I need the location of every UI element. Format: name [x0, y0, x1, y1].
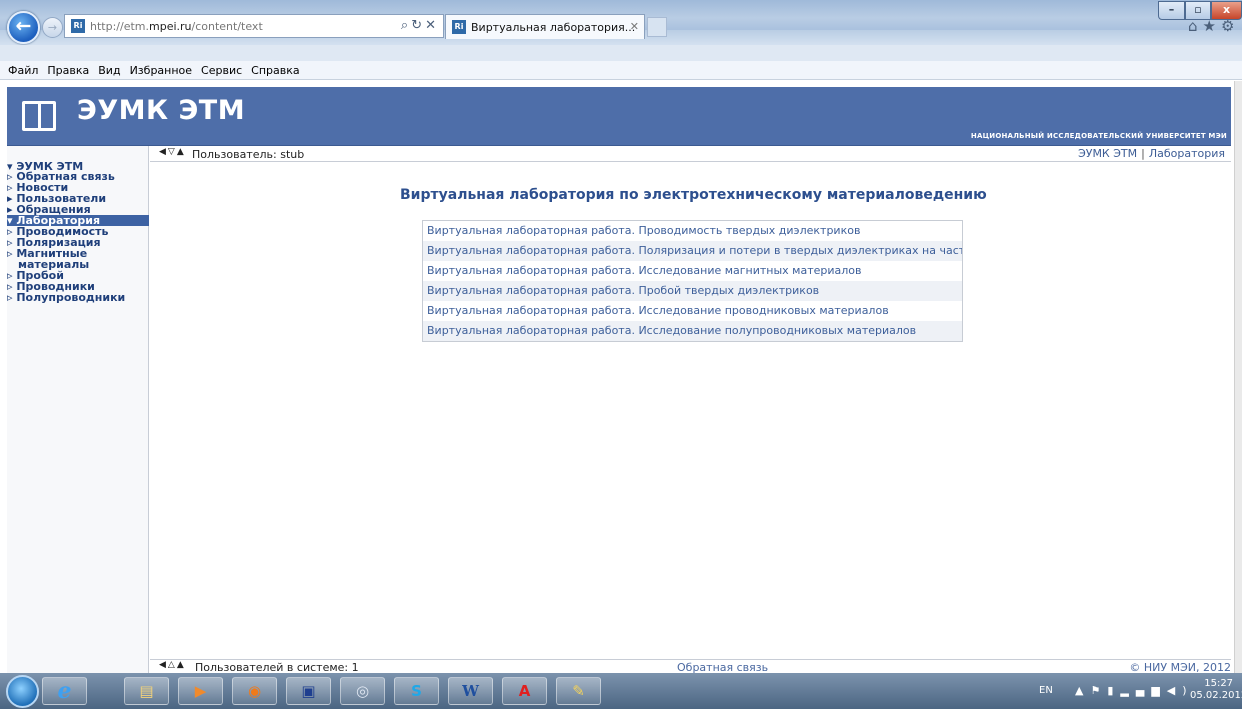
menu-tools[interactable]: Сервис — [201, 64, 242, 77]
internet-explorer-icon: e — [57, 678, 72, 704]
windows-taskbar: e ▤ ▶ ◉ ▣ ◎ S W A ✎ EN ▲⚑▮▂▄▆◀) 15:27 05… — [0, 673, 1242, 709]
new-tab-button[interactable] — [647, 17, 667, 37]
arrow-left-icon: ← — [15, 15, 32, 37]
system-tray: ▲⚑▮▂▄▆◀) — [1075, 684, 1194, 697]
taskbar-app-save[interactable]: ▣ — [286, 677, 331, 705]
menu-help[interactable]: Справка — [251, 64, 299, 77]
site-banner: ЭУМК ЭТМ НАЦИОНАЛЬНЫЙ ИССЛЕДОВАТЕЛЬСКИЙ … — [7, 87, 1231, 146]
forward-button[interactable]: → — [42, 17, 63, 38]
breadcrumb-laboratory[interactable]: Лаборатория — [1149, 147, 1225, 160]
favorites-star-icon[interactable]: ★ — [1203, 17, 1221, 35]
browser-right-icons: ⌂★⚙ — [1188, 17, 1239, 35]
network-signal-icon[interactable]: ▂▄▆ — [1120, 684, 1166, 697]
arrow-right-icon: → — [47, 21, 58, 34]
breadcrumb-separator: | — [1141, 147, 1145, 160]
taskbar-app-burner[interactable]: ◎ — [340, 677, 385, 705]
book-logo-icon — [22, 101, 56, 131]
site-title[interactable]: ЭУМК ЭТМ — [77, 95, 245, 126]
start-button[interactable] — [6, 675, 39, 708]
taskbar-app-firefox[interactable]: ◉ — [232, 677, 277, 705]
power-icon[interactable]: ▮ — [1107, 684, 1120, 697]
gear-icon[interactable]: ⚙ — [1221, 17, 1239, 35]
url-text[interactable]: http://etm.mpei.ru/content/text — [90, 20, 263, 33]
university-name: НАЦИОНАЛЬНЫЙ ИССЛЕДОВАТЕЛЬСКИЙ УНИВЕРСИТ… — [970, 132, 1227, 140]
tab-favicon-icon: Ri — [452, 20, 466, 34]
action-center-flag-icon[interactable]: ⚑ — [1090, 684, 1107, 697]
clock-date: 05.02.2012 — [1190, 690, 1242, 701]
skype-icon: S — [411, 682, 422, 700]
browser-tab[interactable]: Ri Виртуальная лаборатория... ✕ — [445, 14, 645, 39]
menu-file[interactable]: Файл — [8, 64, 38, 77]
taskbar-app-word[interactable]: W — [448, 677, 493, 705]
list-item[interactable]: Виртуальная лабораторная работа. Поляриз… — [423, 241, 962, 261]
sidebar-nav: ▾ ЭУМК ЭТМ ▹ Обратная связь ▹ Новости ▸ … — [7, 146, 149, 673]
taskbar-app-explorer[interactable]: ▤ — [124, 677, 169, 705]
list-item[interactable]: Виртуальная лабораторная работа. Проводи… — [423, 221, 962, 241]
menu-view[interactable]: Вид — [98, 64, 120, 77]
taskbar-app-ie[interactable]: e — [42, 677, 87, 705]
page-scrollbar[interactable] — [1234, 81, 1242, 673]
show-hidden-icons-icon[interactable]: ▲ — [1075, 684, 1090, 697]
back-button[interactable]: ← — [7, 11, 40, 44]
list-item[interactable]: Виртуальная лабораторная работа. Исследо… — [423, 321, 962, 341]
menu-favorites[interactable]: Избранное — [130, 64, 192, 77]
minimize-button[interactable]: – — [1158, 1, 1185, 20]
search-icon[interactable]: ⌕ — [401, 18, 411, 33]
breadcrumb-home[interactable]: ЭУМК ЭТМ — [1078, 147, 1137, 160]
list-item[interactable]: Виртуальная лабораторная работа. Пробой … — [423, 281, 962, 301]
lab-works-list: Виртуальная лабораторная работа. Проводи… — [422, 220, 963, 342]
site-favicon-icon: Ri — [71, 19, 85, 33]
browser-band — [0, 45, 1242, 61]
acrobat-icon: A — [518, 682, 531, 700]
sidebar-item-semiconductors[interactable]: ▹ Полупроводники — [7, 292, 125, 303]
page-title: Виртуальная лаборатория по электротехнич… — [400, 187, 987, 203]
page-content: ЭУМК ЭТМ НАЦИОНАЛЬНЫЙ ИССЛЕДОВАТЕЛЬСКИЙ … — [0, 81, 1242, 674]
clock-time: 15:27 — [1204, 678, 1234, 689]
stop-icon[interactable]: ✕ — [425, 18, 439, 33]
address-tools: ⌕↻✕ — [401, 18, 439, 33]
user-info-bar: ◀▽▲ Пользователь: stub ЭУМК ЭТМ | Лаборато… — [150, 146, 1231, 162]
tab-title: Виртуальная лаборатория... — [471, 20, 636, 34]
current-user-label: Пользователь: stub — [192, 148, 305, 161]
media-player-icon: ▶ — [194, 682, 207, 700]
page-footer: ◀△▲ Пользователей в системе: 1 Обратная … — [150, 659, 1231, 674]
cd-burner-icon: ◎ — [355, 682, 370, 700]
list-item[interactable]: Виртуальная лабораторная работа. Исследо… — [423, 261, 962, 281]
paint-icon: ✎ — [572, 682, 585, 700]
menu-edit[interactable]: Правка — [47, 64, 89, 77]
system-clock[interactable]: 15:27 05.02.2012 — [1190, 678, 1242, 702]
tab-close-icon[interactable]: ✕ — [630, 20, 639, 33]
footer-arrows-icon[interactable]: ◀△▲ — [159, 660, 186, 670]
menu-bar: Файл Правка Вид Избранное Сервис Справка — [0, 61, 1242, 80]
language-indicator[interactable]: EN — [1039, 685, 1053, 696]
collapse-arrows-icon[interactable]: ◀▽▲ — [159, 147, 186, 157]
save-disk-icon: ▣ — [301, 682, 316, 700]
list-item[interactable]: Виртуальная лабораторная работа. Исследо… — [423, 301, 962, 321]
word-icon: W — [462, 682, 479, 700]
taskbar-app-media[interactable]: ▶ — [178, 677, 223, 705]
refresh-icon[interactable]: ↻ — [411, 18, 425, 33]
file-explorer-icon: ▤ — [139, 682, 154, 700]
taskbar-app-paint[interactable]: ✎ — [556, 677, 601, 705]
address-bar[interactable]: Ri http://etm.mpei.ru/content/text ⌕↻✕ — [64, 14, 444, 38]
taskbar-app-skype[interactable]: S — [394, 677, 439, 705]
taskbar-app-acrobat[interactable]: A — [502, 677, 547, 705]
firefox-icon: ◉ — [247, 682, 262, 700]
breadcrumb: ЭУМК ЭТМ | Лаборатория — [1078, 147, 1225, 160]
home-icon[interactable]: ⌂ — [1188, 17, 1203, 35]
